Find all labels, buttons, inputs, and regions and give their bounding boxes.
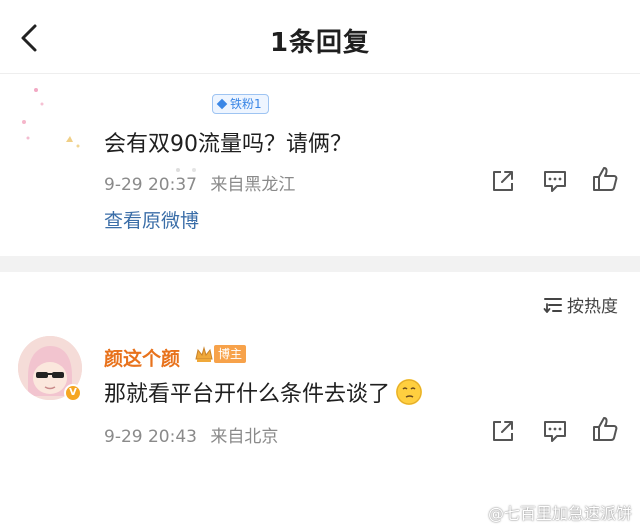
original-comment: 铁粉1 会有双90流量吗？请俩？ 9-29 20:37 来自黑龙江 查看原微博 — [0, 74, 640, 256]
like-icon[interactable] — [590, 164, 620, 194]
reply-date: 9-29 20:43 — [104, 427, 197, 447]
verified-badge: V — [64, 384, 82, 402]
share-icon[interactable] — [488, 166, 518, 196]
crown-icon — [195, 346, 213, 362]
top-bar: 1条回复 — [0, 0, 640, 74]
fan-badge-label: 铁粉1 — [230, 97, 262, 111]
reply-location: 来自北京 — [210, 427, 279, 447]
share-icon[interactable] — [488, 416, 518, 446]
poster-badge: 博主 — [214, 345, 247, 363]
page-title: 1条回复 — [269, 28, 371, 58]
fan-level-badge: 铁粉1 — [212, 94, 269, 114]
diamond-icon — [216, 98, 228, 110]
blurred-avatar — [22, 88, 80, 148]
reply-meta: 9-29 20:43 来自北京 — [104, 422, 286, 447]
sort-label: 按热度 — [567, 297, 618, 317]
sort-icon — [543, 297, 562, 313]
comment-icon[interactable] — [540, 166, 570, 196]
comment-date: 9-29 20:37 — [104, 175, 197, 195]
comment-icon[interactable] — [540, 416, 570, 446]
comment-meta: 9-29 20:37 来自黑龙江 — [104, 170, 303, 195]
watermark: @七百里加急速派饼 — [487, 504, 632, 523]
like-icon[interactable] — [590, 414, 620, 444]
reply-text: 那就看平台开什么条件去谈了 — [104, 382, 391, 407]
comment-text: 会有双90流量吗？请俩？ — [104, 132, 352, 157]
section-divider — [0, 256, 640, 272]
sort-by-hot-button[interactable]: 按热度 — [543, 292, 618, 317]
thinking-emoji-icon — [396, 379, 423, 405]
comment-location: 来自黑龙江 — [210, 175, 296, 195]
view-original-link[interactable]: 查看原微博 — [104, 206, 199, 233]
reply-text-line: 那就看平台开什么条件去谈了 — [104, 376, 423, 408]
reply-username[interactable]: 颜这个颜 — [104, 344, 180, 371]
